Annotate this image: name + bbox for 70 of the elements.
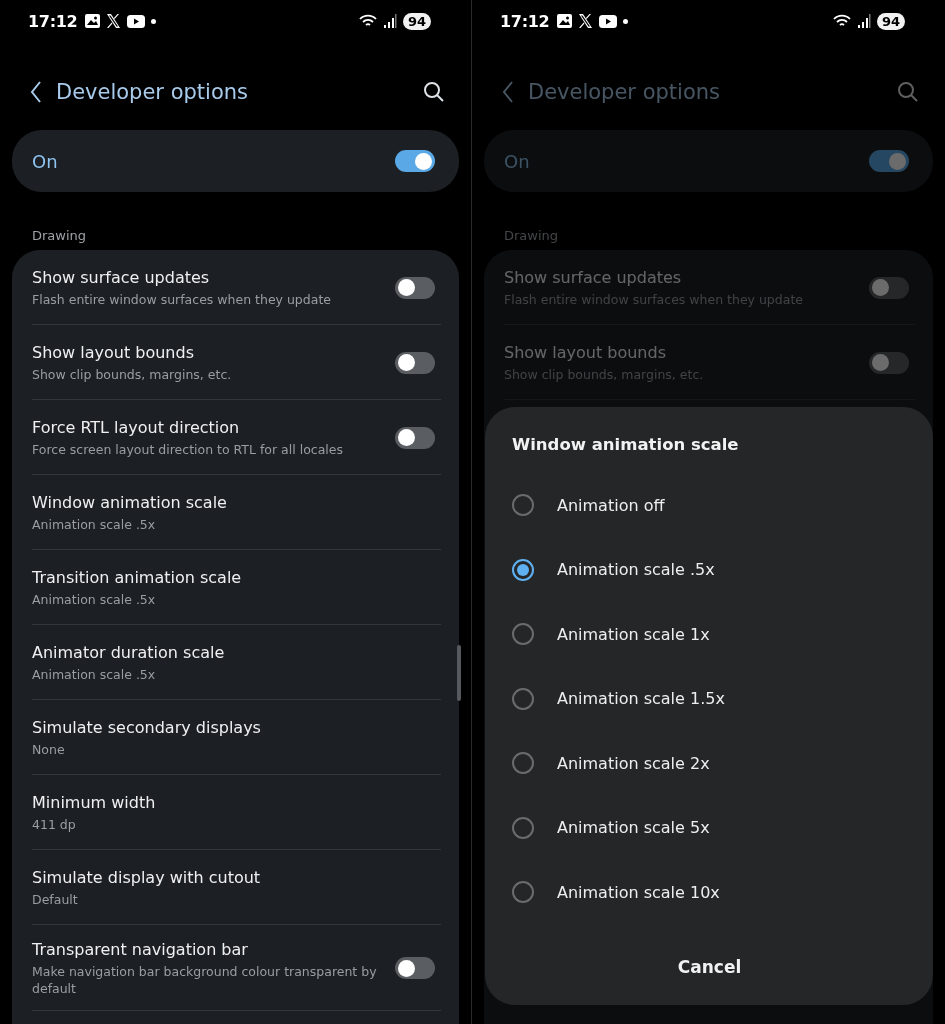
setting-title[interactable]: Simulate secondary displays — [32, 717, 419, 738]
page-title: Developer options — [528, 80, 722, 104]
wifi-icon — [832, 14, 851, 28]
setting-summary: Make navigation bar background colour transparent by default — [32, 963, 378, 997]
option-label[interactable]: Animation scale 1x — [557, 624, 710, 644]
dot-icon — [623, 18, 629, 24]
section-header: Drawing — [504, 228, 560, 243]
toggle-switch[interactable] — [395, 276, 435, 299]
option-label[interactable]: Animation scale .5x — [557, 560, 715, 580]
master-switch-card[interactable]: On — [12, 130, 459, 192]
radio-button[interactable] — [512, 623, 534, 646]
toggle-switch[interactable] — [869, 150, 909, 172]
setting-summary: Animation scale .5x — [32, 516, 157, 533]
setting-title[interactable]: Transparent navigation bar — [32, 939, 379, 960]
radio-button[interactable] — [512, 881, 534, 904]
toggle-switch[interactable] — [395, 426, 435, 449]
setting-summary: Show clip bounds, margins, etc. — [32, 366, 233, 383]
dialog-title: Window animation scale — [512, 435, 740, 454]
play-icon — [599, 14, 618, 28]
setting-summary: 411 dp — [32, 816, 77, 833]
gallery-icon — [557, 14, 573, 28]
setting-summary: None — [32, 741, 66, 758]
option-label[interactable]: Animation off — [557, 495, 665, 515]
cancel-button[interactable]: Cancel — [657, 949, 762, 985]
setting-title[interactable]: Minimum width — [32, 792, 419, 813]
radio-button[interactable] — [512, 494, 534, 517]
option-label[interactable]: Animation scale 10x — [557, 882, 720, 902]
option-label[interactable]: Animation scale 1.5x — [557, 689, 725, 709]
signal-icon — [856, 14, 871, 28]
setting-summary: Animation scale .5x — [32, 666, 157, 683]
x-logo-icon — [106, 14, 122, 28]
setting-title[interactable]: Animator duration scale — [32, 642, 419, 663]
master-switch-label: On — [504, 150, 531, 172]
setting-title[interactable]: Window animation scale — [32, 492, 419, 513]
battery-level: 94 — [876, 12, 905, 30]
setting-title[interactable]: Simulate display with cutout — [32, 867, 419, 888]
search-icon[interactable] — [423, 81, 445, 103]
page-title: Developer options — [56, 80, 250, 104]
master-switch-label: On — [32, 150, 59, 172]
toggle-switch[interactable] — [395, 351, 435, 374]
signal-icon — [382, 14, 397, 28]
toggle-switch[interactable] — [395, 150, 435, 172]
setting-title[interactable]: Show layout bounds — [32, 342, 379, 363]
x-logo-icon — [578, 14, 594, 28]
battery-level: 94 — [402, 12, 431, 30]
setting-summary: Flash entire window surfaces when they update — [32, 291, 332, 308]
back-icon[interactable] — [30, 81, 42, 103]
dot-icon — [151, 18, 157, 24]
gallery-icon — [85, 14, 101, 28]
radio-button[interactable] — [512, 558, 534, 581]
status-time: 17:12 — [500, 11, 550, 31]
play-icon — [127, 14, 146, 28]
wifi-icon — [358, 14, 377, 28]
option-label[interactable]: Animation scale 5x — [557, 818, 710, 838]
setting-summary: Force screen layout direction to RTL for all locales — [32, 441, 344, 458]
scroll-bar — [457, 645, 461, 701]
radio-button[interactable] — [512, 752, 534, 775]
setting-title[interactable]: Transition animation scale — [32, 567, 419, 588]
radio-button[interactable] — [512, 816, 534, 839]
setting-title[interactable]: Force RTL layout direction — [32, 417, 379, 438]
radio-button[interactable] — [512, 687, 534, 710]
status-time: 17:12 — [28, 11, 78, 31]
toggle-switch[interactable] — [869, 351, 909, 374]
toggle-switch[interactable] — [395, 957, 435, 979]
toggle-switch[interactable] — [869, 276, 909, 299]
setting-summary: Default — [32, 891, 79, 908]
section-header: Drawing — [32, 228, 88, 243]
option-label[interactable]: Animation scale 2x — [557, 753, 710, 773]
setting-summary: Animation scale .5x — [32, 591, 157, 608]
setting-title[interactable]: Show surface updates — [32, 267, 379, 288]
